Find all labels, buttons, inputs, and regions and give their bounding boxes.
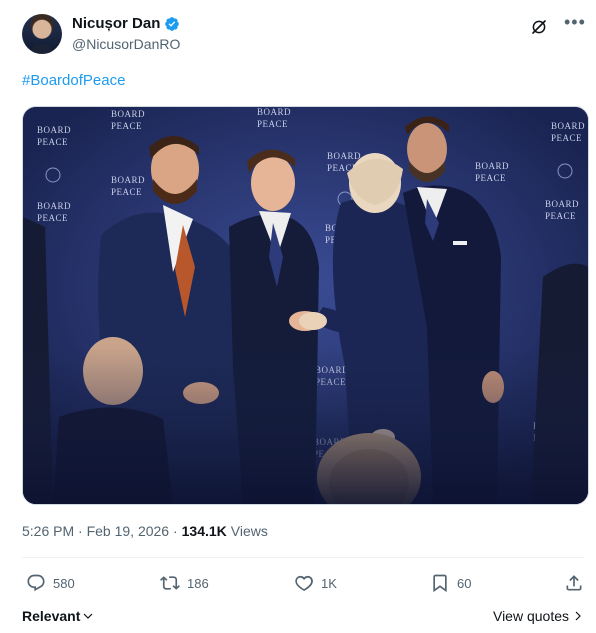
svg-text:BOARD: BOARD (37, 201, 71, 211)
svg-text:PEACE: PEACE (37, 213, 68, 223)
author-avatar[interactable] (22, 14, 62, 54)
svg-text:BOARD: BOARD (111, 175, 145, 185)
svg-text:BOARD: BOARD (111, 109, 145, 119)
view-quotes-label: View quotes (492, 608, 569, 624)
verified-badge-icon (165, 16, 180, 31)
post-timestamp[interactable]: 5:26 PM · Feb 19, 2026 · (22, 523, 178, 539)
reply-button[interactable]: 580 (26, 573, 75, 593)
more-icon[interactable]: ••• (564, 13, 585, 35)
repost-button[interactable]: 186 (160, 573, 209, 593)
chevron-right-icon (575, 611, 581, 621)
reply-count: 580 (53, 575, 75, 591)
post-hashtag[interactable]: #BoardofPeace (22, 72, 125, 89)
views-label: Views (230, 523, 268, 539)
svg-text:PEACE: PEACE (257, 119, 288, 129)
svg-text:BOARD: BOARD (327, 151, 361, 161)
svg-text:PEACE: PEACE (551, 133, 582, 143)
reply-sort-dropdown[interactable]: Relevant (22, 608, 94, 624)
share-icon (566, 575, 582, 591)
reply-sort-label: Relevant (22, 608, 81, 624)
post-header: Nicușor Dan @NicusorDanRO ••• (22, 13, 585, 58)
svg-text:BOARD: BOARD (475, 161, 509, 171)
bookmark-icon (433, 574, 447, 593)
svg-text:BOARD: BOARD (551, 121, 585, 131)
heart-icon (295, 575, 313, 592)
like-button[interactable]: 1K (294, 573, 337, 593)
view-quotes-link[interactable]: View quotes (493, 608, 584, 624)
bookmark-button[interactable]: 60 (430, 573, 471, 593)
svg-text:PEACE: PEACE (545, 211, 576, 221)
chevron-down-icon (83, 613, 93, 619)
author-handle[interactable]: @NicusorDanRO (72, 36, 180, 52)
views-count[interactable]: 134.1K (182, 523, 227, 539)
divider (22, 557, 584, 558)
reply-icon (27, 574, 45, 592)
post-meta: 5:26 PM · Feb 19, 2026 · 134.1K Views (22, 523, 268, 539)
svg-text:PEACE: PEACE (111, 121, 142, 131)
author-display-name[interactable]: Nicușor Dan (72, 15, 160, 32)
svg-text:PEACE: PEACE (37, 137, 68, 147)
repost-icon (160, 576, 180, 590)
svg-text:PEACE: PEACE (111, 187, 142, 197)
repost-count: 186 (187, 575, 209, 591)
svg-text:PEACE: PEACE (475, 173, 506, 183)
like-count: 1K (321, 575, 337, 591)
bookmark-count: 60 (457, 575, 472, 591)
svg-text:BOARD: BOARD (257, 107, 291, 117)
svg-text:BOARD: BOARD (37, 125, 71, 135)
post-actions: 580 186 1K 60 (22, 573, 584, 595)
author-name-row: Nicușor Dan (72, 15, 180, 32)
svg-text:BOARD: BOARD (545, 199, 579, 209)
post-image[interactable]: BOARD PEACE BOARD PEACE BOARD PEACE BOARD PE… (22, 106, 589, 505)
grok-icon[interactable] (530, 18, 548, 36)
photo-illustration: BOARD PEACE BOARD PEACE BOARD PEACE BOARD PE… (23, 107, 588, 504)
share-button[interactable] (564, 573, 584, 593)
replies-bar: Relevant View quotes (22, 607, 584, 627)
